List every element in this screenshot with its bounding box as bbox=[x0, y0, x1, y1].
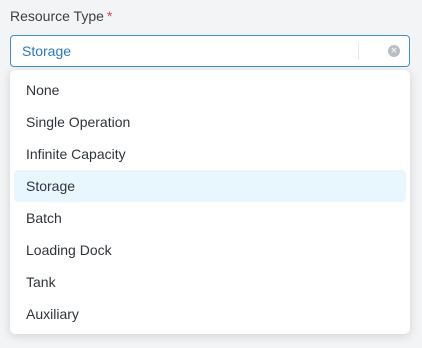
clear-icon[interactable]: × bbox=[388, 45, 400, 57]
option-none[interactable]: None bbox=[14, 74, 406, 106]
resource-type-label-text: Resource Type bbox=[10, 8, 104, 24]
option-batch[interactable]: Batch bbox=[14, 202, 406, 234]
resource-type-dropdown: None Single Operation Infinite Capacity … bbox=[10, 70, 410, 334]
option-storage[interactable]: Storage bbox=[14, 170, 406, 202]
select-divider bbox=[358, 42, 359, 60]
option-loading-dock[interactable]: Loading Dock bbox=[14, 234, 406, 266]
option-auxiliary[interactable]: Auxiliary bbox=[14, 298, 406, 330]
option-tank[interactable]: Tank bbox=[14, 266, 406, 298]
option-single-operation[interactable]: Single Operation bbox=[14, 106, 406, 138]
required-marker: * bbox=[106, 8, 113, 24]
resource-type-label: Resource Type * bbox=[10, 6, 112, 26]
resource-type-select[interactable]: Storage × bbox=[10, 35, 410, 67]
option-infinite-capacity[interactable]: Infinite Capacity bbox=[14, 138, 406, 170]
select-value: Storage bbox=[22, 43, 72, 59]
